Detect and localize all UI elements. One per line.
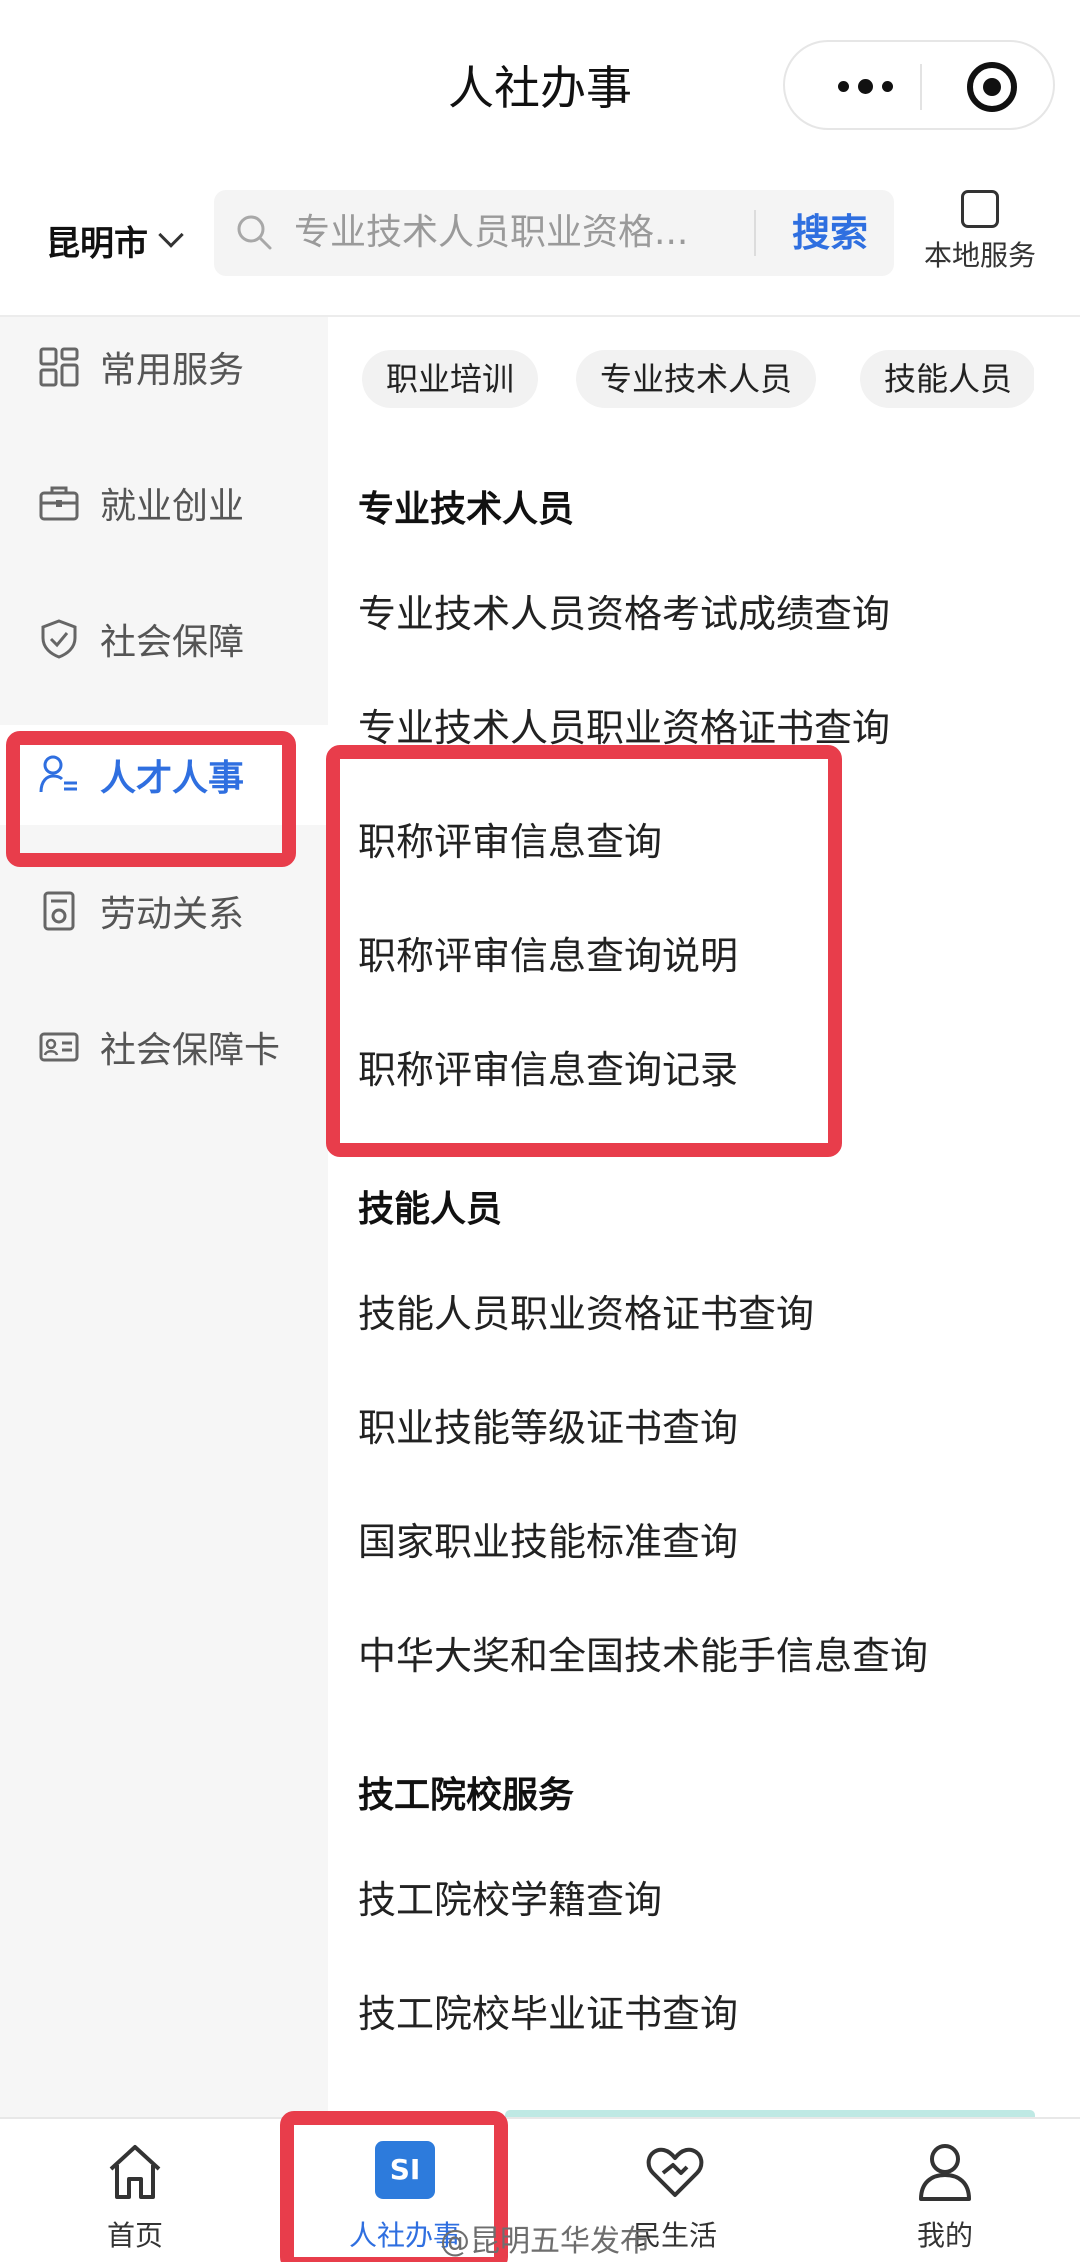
close-miniprogram-icon[interactable] — [967, 62, 1017, 112]
tab-label: 首页 — [106, 2219, 163, 2252]
more-dot-icon — [857, 78, 873, 94]
watermark-text: @昆明五华发布 — [440, 2224, 650, 2259]
sidebar-item-label: 社会保障 — [100, 622, 245, 663]
list-item[interactable]: 职业技能等级证书查询 — [358, 1397, 738, 1452]
local-service-label: 本地服务 — [923, 239, 1036, 272]
document-seal-icon — [43, 891, 75, 931]
list-item[interactable]: 职称评审信息查询 — [358, 811, 662, 866]
city-selector[interactable]: 昆明市 — [46, 210, 184, 270]
section-title: 技工院校服务 — [358, 1775, 575, 1816]
sidebar-item-social-security-card[interactable]: 社会保障卡 — [0, 997, 328, 1097]
grid-icon — [39, 347, 79, 387]
sidebar-item-label: 就业创业 — [100, 486, 245, 527]
tab-label: 我的 — [916, 2219, 973, 2252]
list-item[interactable]: 职称评审信息查询说明 — [358, 925, 738, 980]
sidebar-item-label: 劳动关系 — [100, 894, 245, 935]
city-name: 昆明市 — [46, 223, 148, 264]
sidebar-item-employment[interactable]: 就业创业 — [0, 453, 328, 553]
handshake-heart-icon — [646, 2147, 704, 2197]
chip-vocational-training[interactable]: 职业培训 — [362, 350, 539, 408]
list-item[interactable]: 专业技术人员职业资格证书查询 — [358, 697, 890, 752]
more-button[interactable] — [825, 64, 905, 108]
list-item[interactable]: 职称评审信息查询记录 — [358, 1039, 738, 1094]
id-card-icon — [39, 1032, 79, 1062]
category-chips: 职业培训 专业技术人员 技能人员 — [358, 350, 1034, 410]
section-title: 技能人员 — [358, 1189, 503, 1230]
shield-icon — [41, 619, 77, 659]
list-item[interactable]: 技工院校学籍查询 — [358, 1869, 662, 1924]
list-item[interactable]: 技能人员职业资格证书查询 — [358, 1283, 814, 1338]
chip-professional-technical[interactable]: 专业技术人员 — [576, 350, 817, 408]
more-dot-icon — [837, 80, 849, 92]
briefcase-icon — [39, 486, 79, 521]
sidebar-item-label: 人才人事 — [100, 758, 245, 799]
tab-mine[interactable]: 我的 — [810, 2119, 1080, 2262]
person-list-icon — [39, 755, 77, 793]
search-button[interactable]: 搜索 — [766, 190, 894, 276]
list-item[interactable]: 国家职业技能标准查询 — [358, 1511, 738, 1566]
capsule-divider — [920, 64, 922, 110]
sidebar-item-labor-relations[interactable]: 劳动关系 — [0, 861, 328, 961]
sidebar-item-label: 社会保障卡 — [100, 1030, 281, 1071]
sidebar-item-talent-personnel[interactable]: 人才人事 — [0, 725, 328, 825]
local-service-toggle[interactable]: 本地服务 — [920, 190, 1040, 300]
category-sidebar: 常用服务 就业创业 社会保障 人才人事 劳动关系 社会保障卡 — [0, 317, 328, 2117]
chevron-down-icon — [158, 222, 184, 248]
user-icon — [919, 2144, 971, 2201]
section-title: 专业技术人员 — [358, 489, 575, 530]
home-icon — [109, 2145, 161, 2199]
more-dot-icon — [881, 80, 893, 92]
search-divider — [754, 210, 756, 256]
search-box[interactable]: 专业技术人员职业资格... 搜索 — [214, 190, 894, 276]
sidebar-item-common-services[interactable]: 常用服务 — [0, 317, 328, 417]
sidebar-item-social-security[interactable]: 社会保障 — [0, 589, 328, 689]
sidebar-item-label: 常用服务 — [100, 350, 245, 391]
checkbox-icon — [961, 190, 999, 228]
list-item[interactable]: 中华大奖和全国技术能手信息查询 — [358, 1625, 928, 1680]
search-row: 昆明市 专业技术人员职业资格... 搜索 本地服务 — [0, 180, 1080, 315]
list-item[interactable]: 专业技术人员资格考试成绩查询 — [358, 583, 890, 638]
si-badge-icon: SI — [375, 2141, 435, 2199]
search-icon — [237, 215, 272, 250]
miniprogram-capsule — [783, 40, 1055, 130]
title-bar: 人社办事 — [0, 0, 1080, 170]
list-item[interactable]: 技工院校毕业证书查询 — [358, 1983, 738, 2038]
tab-home[interactable]: 首页 — [0, 2119, 270, 2262]
chip-skilled-workers[interactable]: 技能人员 — [860, 350, 1034, 408]
